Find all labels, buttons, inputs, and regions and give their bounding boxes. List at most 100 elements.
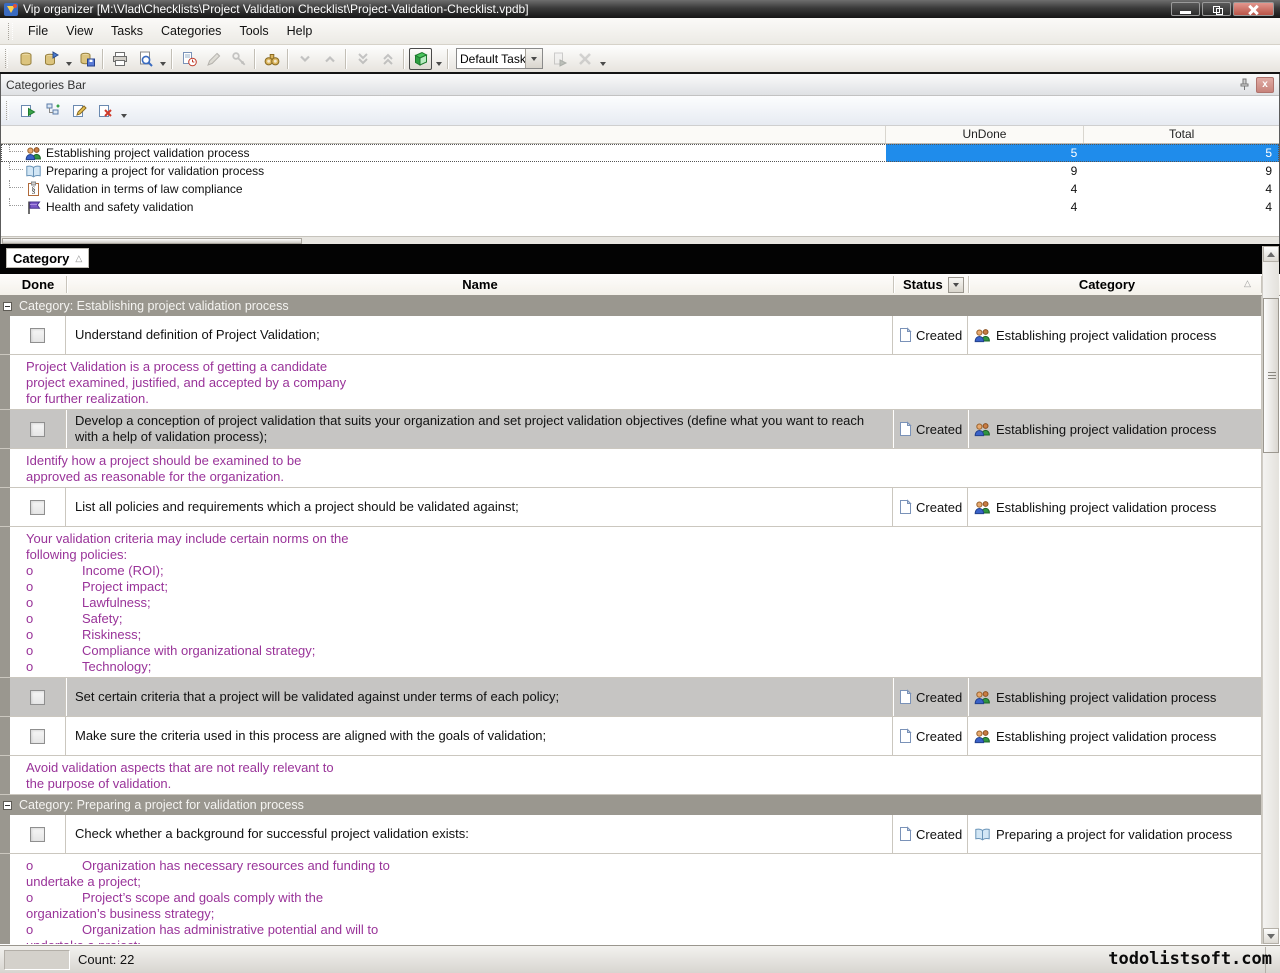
move-down-button[interactable] <box>293 48 316 70</box>
save-database-button[interactable] <box>75 48 98 70</box>
delete-category-button[interactable] <box>93 99 117 122</box>
print-button[interactable] <box>108 48 131 70</box>
delete-template-button[interactable] <box>573 48 596 70</box>
note-bullet: o <box>26 595 82 611</box>
task-done-checkbox[interactable] <box>30 827 45 842</box>
task-category: Establishing project validation process <box>996 500 1216 515</box>
note-line: oSafety; <box>26 611 1252 627</box>
dropdown-caret-icon[interactable] <box>597 48 608 70</box>
restore-button[interactable] <box>1202 2 1231 16</box>
task-done-checkbox[interactable] <box>30 328 45 343</box>
task-status: Created <box>916 827 962 842</box>
new-database-button[interactable] <box>14 48 37 70</box>
minimize-button[interactable] <box>1171 2 1200 16</box>
task-permissions-button[interactable] <box>227 48 250 70</box>
combo-dropdown-button[interactable] <box>525 49 542 68</box>
vscroll-thumb[interactable] <box>1263 298 1279 453</box>
toolbar-separator <box>447 49 449 69</box>
category-total-count: 9 <box>1084 162 1279 180</box>
flag-icon <box>25 200 42 215</box>
category-row[interactable]: Health and safety validation44 <box>1 198 1279 216</box>
grid-vscrollbar[interactable] <box>1262 246 1279 944</box>
menu-item-view[interactable]: View <box>57 20 102 42</box>
dropdown-caret-icon[interactable] <box>157 48 168 70</box>
close-icon: x <box>1262 80 1268 90</box>
task-category: Establishing project validation process <box>996 328 1216 343</box>
done-column-header[interactable]: Done <box>10 274 66 295</box>
task-row[interactable]: List all policies and requirements which… <box>0 488 1262 527</box>
toolbar-grip <box>6 101 9 120</box>
task-row[interactable]: Check whether a background for successfu… <box>0 815 1262 854</box>
group-label: Category: Establishing project validatio… <box>19 299 289 313</box>
note-line: project examined, justified, and accepte… <box>26 375 1252 391</box>
add-subcategory-icon <box>45 102 62 119</box>
move-top-button[interactable] <box>376 48 399 70</box>
print-preview-icon <box>137 51 153 67</box>
categories-toolbar <box>1 96 1279 126</box>
group-by-chip[interactable]: Category △ <box>6 248 89 268</box>
name-column-header[interactable]: Name <box>67 274 893 295</box>
category-name: Preparing a project for validation proce… <box>46 164 264 178</box>
categories-bar-panel: Categories Bar x UnDone Total Establishi… <box>0 74 1280 244</box>
total-column-header[interactable]: Total <box>1084 126 1279 143</box>
task-row[interactable]: Develop a conception of project validati… <box>0 410 1262 449</box>
print-icon <box>112 51 128 67</box>
category-group-header[interactable]: Category: Preparing a project for valida… <box>0 795 1262 815</box>
category-row[interactable]: Preparing a project for validation proce… <box>1 162 1279 180</box>
task-row[interactable]: Set certain criteria that a project will… <box>0 678 1262 717</box>
dropdown-caret-icon[interactable] <box>118 100 129 122</box>
collapse-icon[interactable] <box>3 801 12 810</box>
category-column-header[interactable]: Category <box>969 274 1245 295</box>
delete-template-icon <box>577 51 593 67</box>
add-category-button[interactable] <box>15 99 39 122</box>
task-status: Created <box>916 729 962 744</box>
move-bottom-button[interactable] <box>351 48 374 70</box>
close-button[interactable] <box>1233 2 1274 16</box>
scroll-up-icon[interactable] <box>1263 246 1279 262</box>
task-done-checkbox[interactable] <box>30 690 45 705</box>
panel-close-button[interactable]: x <box>1256 77 1274 93</box>
category-row[interactable]: §Validation in terms of law compliance44 <box>1 180 1279 198</box>
insert-template-button[interactable] <box>548 48 571 70</box>
toolbar-separator <box>287 49 289 69</box>
category-row[interactable]: Establishing project validation process5… <box>1 144 1279 162</box>
menu-item-file[interactable]: File <box>19 20 57 42</box>
note-line: for further realization. <box>26 391 1252 407</box>
move-up-button[interactable] <box>318 48 341 70</box>
print-preview-button[interactable] <box>133 48 156 70</box>
task-status: Created <box>916 422 962 437</box>
edit-category-button[interactable] <box>67 99 91 122</box>
edit-task-button[interactable] <box>202 48 225 70</box>
task-category: Establishing project validation process <box>996 690 1216 705</box>
notes-view-button[interactable] <box>409 48 432 70</box>
find-button[interactable] <box>260 48 283 70</box>
menu-bar: FileViewTasksCategoriesToolsHelp <box>0 18 1280 45</box>
task-row[interactable]: Understand definition of Project Validat… <box>0 316 1262 355</box>
new-task-button[interactable] <box>177 48 200 70</box>
categories-hscrollbar[interactable] <box>1 236 1279 244</box>
dropdown-caret-icon[interactable] <box>63 48 74 70</box>
open-database-button[interactable] <box>39 48 62 70</box>
note-bullet: o <box>26 858 82 874</box>
task-done-checkbox[interactable] <box>30 422 45 437</box>
menu-item-help[interactable]: Help <box>278 20 322 42</box>
collapse-icon[interactable] <box>3 302 12 311</box>
task-done-checkbox[interactable] <box>30 500 45 515</box>
status-column-header[interactable]: Status <box>903 274 943 295</box>
undone-column-header[interactable]: UnDone <box>886 126 1085 143</box>
menu-item-tasks[interactable]: Tasks <box>102 20 152 42</box>
categories-list-header: UnDone Total <box>1 126 1279 144</box>
dropdown-caret-icon[interactable] <box>433 48 444 70</box>
task-row[interactable]: Make sure the criteria used in this proc… <box>0 717 1262 756</box>
menu-item-categories[interactable]: Categories <box>152 20 230 42</box>
add-subcategory-button[interactable] <box>41 99 65 122</box>
pin-icon[interactable] <box>1235 77 1253 93</box>
toolbar-separator <box>254 49 256 69</box>
sort-ascending-icon: △ <box>75 253 82 264</box>
scroll-down-icon[interactable] <box>1263 928 1279 944</box>
category-group-header[interactable]: Category: Establishing project validatio… <box>0 296 1262 316</box>
default-task-combo[interactable]: Default Task <box>456 48 543 69</box>
menu-item-tools[interactable]: Tools <box>230 20 277 42</box>
status-filter-button[interactable] <box>948 277 964 293</box>
task-done-checkbox[interactable] <box>30 729 45 744</box>
